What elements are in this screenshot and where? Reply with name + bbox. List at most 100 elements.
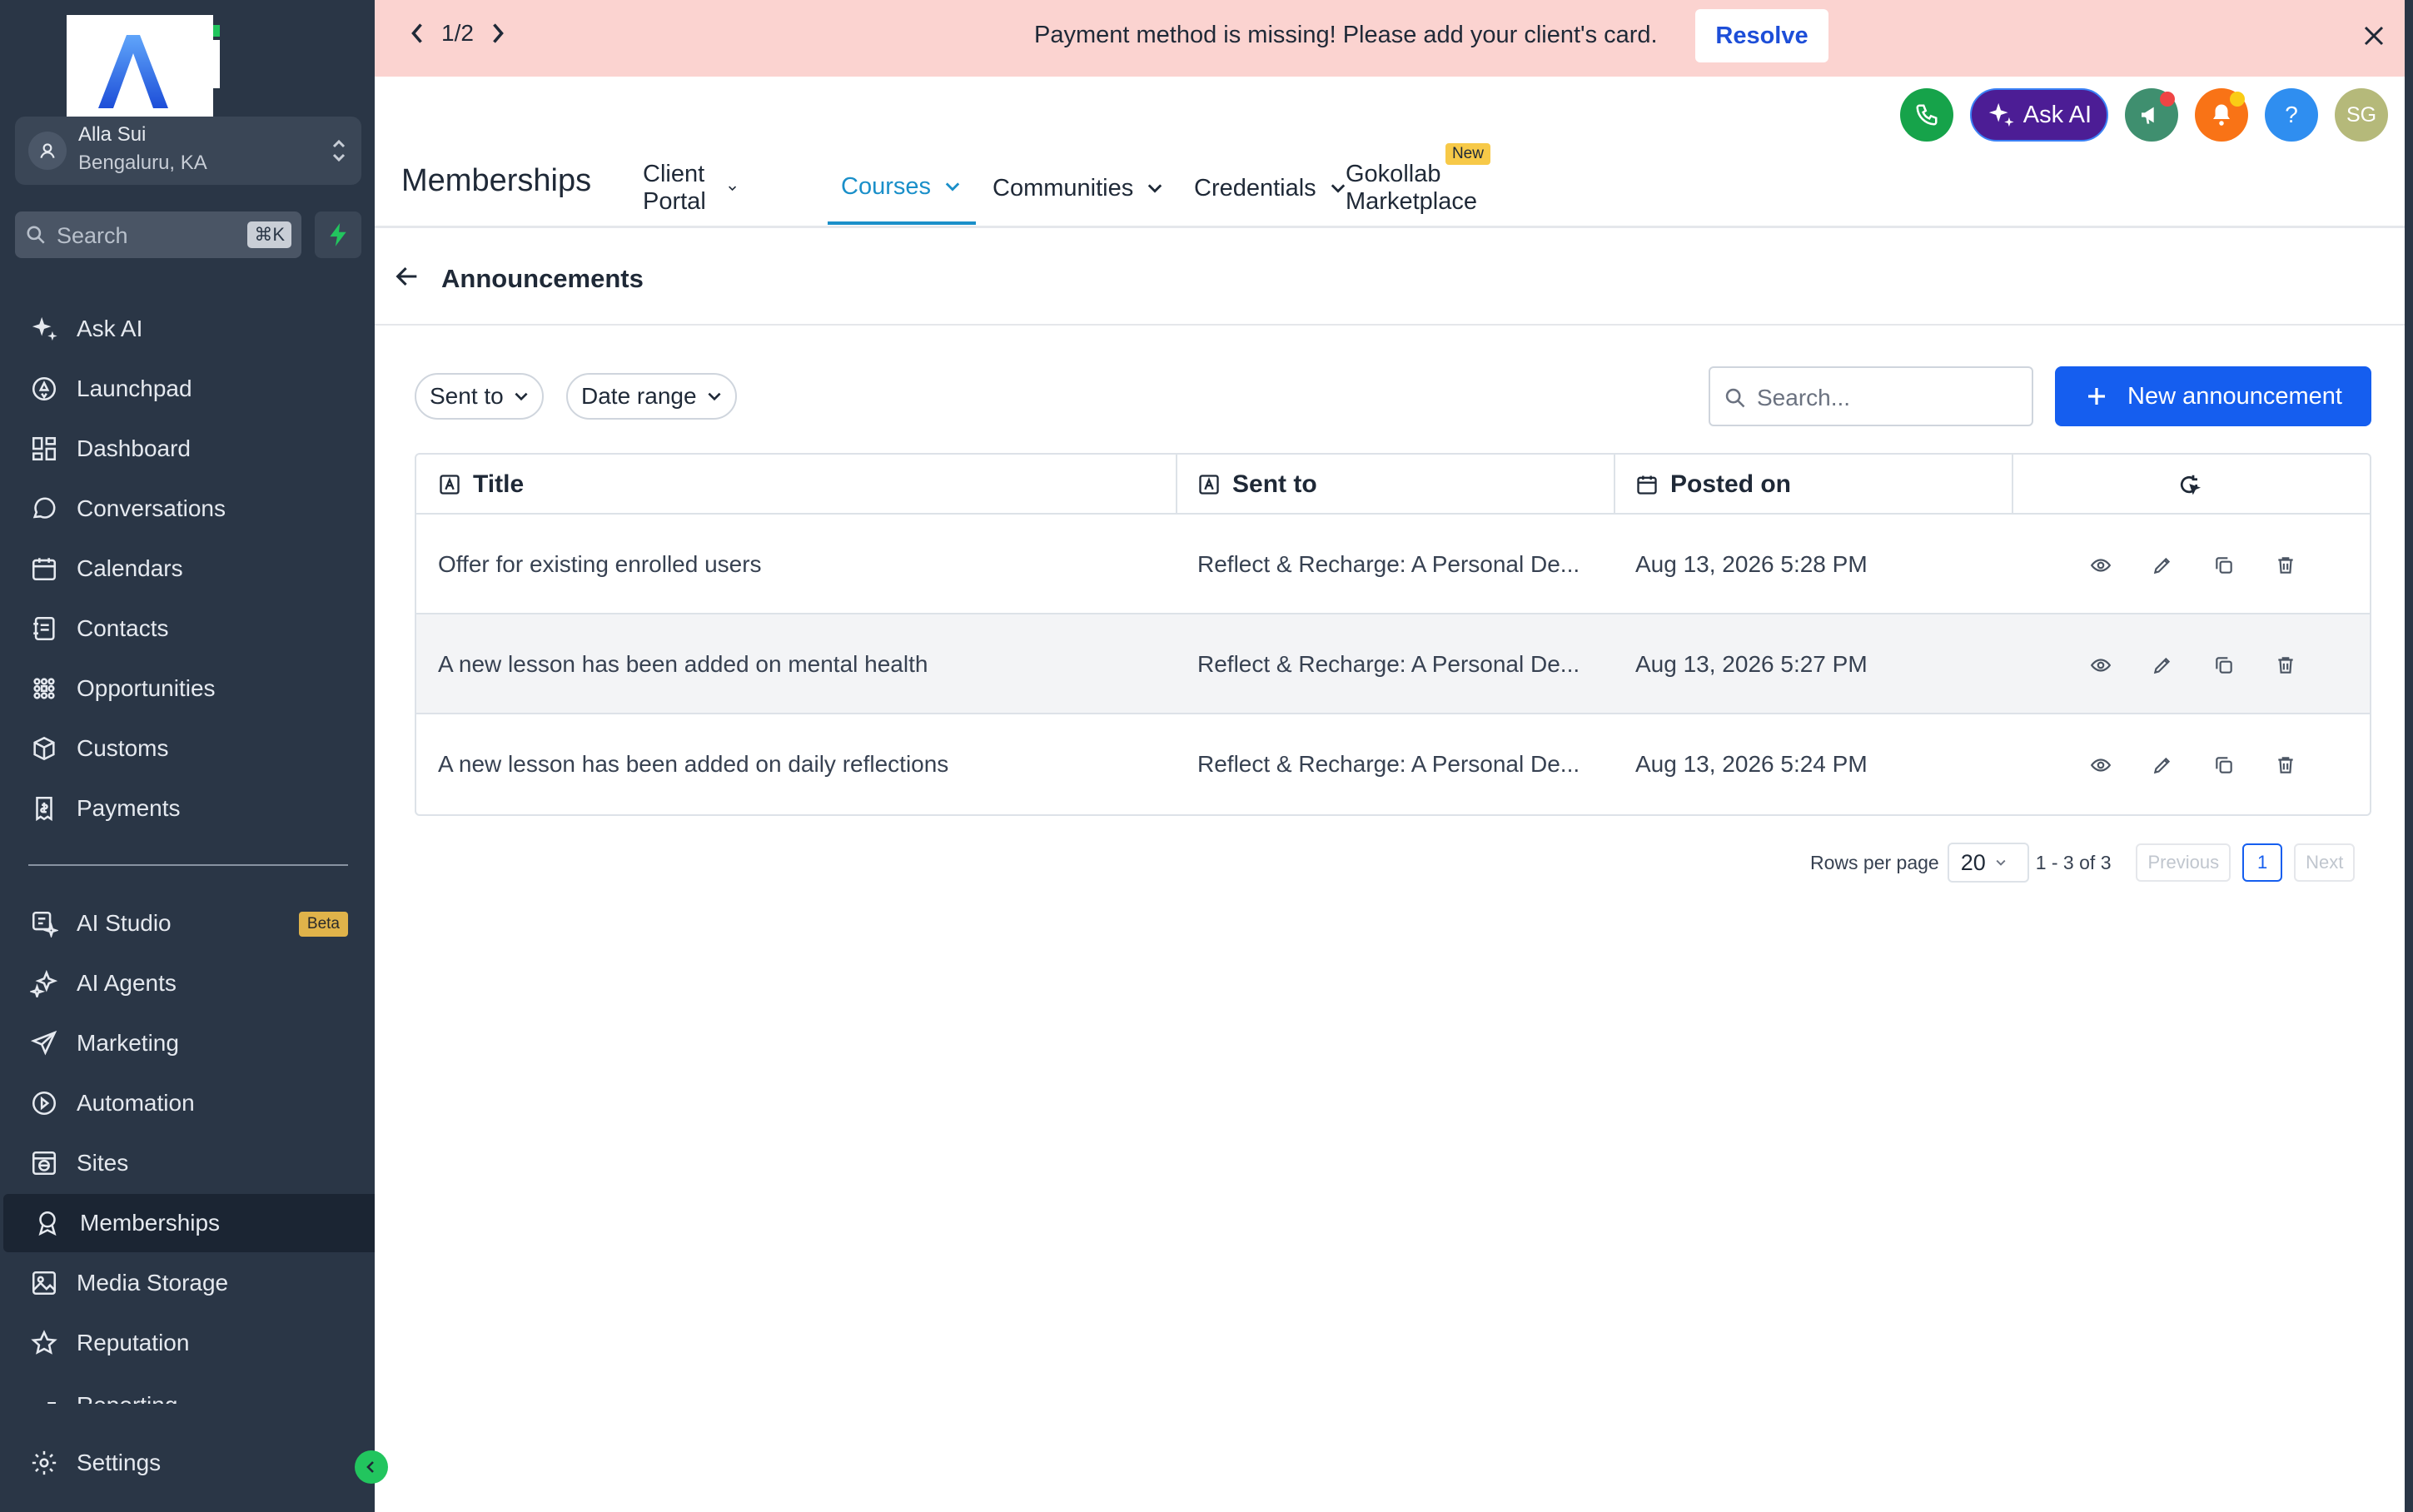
search-icon bbox=[25, 224, 47, 246]
chevron-left-icon[interactable] bbox=[408, 21, 426, 46]
tab-gokollab-marketplace[interactable]: Gokollab Marketplace New bbox=[1346, 143, 1490, 225]
phone-button[interactable] bbox=[1899, 88, 1953, 142]
sidebar-item-conversations[interactable]: Conversations bbox=[0, 480, 375, 538]
sidebar-item-ai-agents[interactable]: AI Agents bbox=[0, 954, 375, 1012]
account-switcher[interactable]: Alla Sui Bengaluru, KA bbox=[15, 117, 361, 185]
column-label: Posted on bbox=[1670, 470, 1792, 498]
sidebar-item-media-storage[interactable]: Media Storage bbox=[0, 1254, 375, 1312]
sidebar-search[interactable]: Search ⌘K bbox=[15, 211, 301, 258]
sidebar-item-automation[interactable]: Automation bbox=[0, 1074, 375, 1132]
rocket-icon bbox=[28, 373, 60, 405]
sidebar-item-label: Calendars bbox=[77, 555, 183, 581]
sidebar-item-marketing[interactable]: Marketing bbox=[0, 1014, 375, 1072]
tab-client-portal[interactable]: Client Portal bbox=[643, 152, 738, 225]
filter-date-range[interactable]: Date range bbox=[566, 373, 737, 420]
tab-label: Courses bbox=[841, 172, 931, 200]
tab-communities[interactable]: Communities bbox=[993, 152, 1165, 225]
sidebar-item-calendars[interactable]: Calendars bbox=[0, 540, 375, 598]
tab-label: Credentials bbox=[1194, 174, 1316, 201]
copy-icon[interactable] bbox=[2210, 551, 2238, 579]
table-row[interactable]: Offer for existing enrolled users Reflect… bbox=[416, 515, 2370, 614]
pagination: Rows per page 20 1 - 3 of 3 Previous 1 N… bbox=[1810, 843, 2356, 883]
banner-message: Payment method is missing! Please add yo… bbox=[1034, 22, 1658, 48]
quick-action-button[interactable] bbox=[315, 211, 361, 258]
sidebar-item-ai-studio[interactable]: AI Studio Beta bbox=[0, 894, 375, 952]
sidebar-item-ask-ai[interactable]: Ask AI bbox=[0, 300, 375, 358]
column-divider bbox=[1614, 455, 1615, 515]
table-row[interactable]: A new lesson has been added on daily ref… bbox=[416, 714, 2370, 814]
eye-icon[interactable] bbox=[2087, 751, 2115, 779]
pencil-icon[interactable] bbox=[2148, 751, 2177, 779]
back-arrow-icon[interactable] bbox=[393, 262, 421, 291]
sidebar-item-contacts[interactable]: Contacts bbox=[0, 599, 375, 658]
trash-icon[interactable] bbox=[2271, 551, 2300, 579]
column-divider bbox=[2012, 455, 2013, 515]
box-icon bbox=[28, 733, 60, 764]
tab-courses[interactable]: Courses bbox=[828, 152, 976, 225]
close-icon[interactable] bbox=[2361, 23, 2386, 48]
avatar[interactable]: SG bbox=[2335, 88, 2388, 142]
next-page-button[interactable]: Next bbox=[2294, 843, 2356, 882]
column-title[interactable]: Title bbox=[438, 455, 524, 515]
resolve-button[interactable]: Resolve bbox=[1695, 9, 1828, 62]
pencil-icon[interactable] bbox=[2148, 651, 2177, 679]
announcements-table: Title Sent to Posted on Offer for existi… bbox=[415, 453, 2371, 816]
tab-credentials[interactable]: Credentials bbox=[1194, 152, 1348, 225]
pencil-icon[interactable] bbox=[2148, 551, 2177, 579]
collapse-sidebar-button[interactable] bbox=[355, 1450, 388, 1484]
new-badge: New bbox=[1445, 143, 1490, 165]
sidebar-item-settings[interactable]: Settings bbox=[0, 1434, 375, 1492]
trash-icon[interactable] bbox=[2271, 651, 2300, 679]
notifications-button[interactable] bbox=[2195, 88, 2248, 142]
filter-label: Date range bbox=[581, 383, 697, 409]
column-sent-to[interactable]: Sent to bbox=[1197, 455, 1317, 515]
account-name: Alla Sui bbox=[78, 123, 147, 146]
calendar-icon bbox=[28, 553, 60, 584]
copy-icon[interactable] bbox=[2210, 651, 2238, 679]
help-icon: ? bbox=[2285, 102, 2298, 127]
sidebar-item-memberships[interactable]: Memberships bbox=[3, 1194, 375, 1252]
sidebar-item-customs[interactable]: Customs bbox=[0, 719, 375, 778]
eye-icon[interactable] bbox=[2087, 651, 2115, 679]
bell-icon bbox=[2213, 104, 2230, 126]
search-placeholder: Search... bbox=[1757, 385, 1851, 410]
top-header: Ask AI ? SG Memberships Client Portal Cou… bbox=[375, 77, 2413, 228]
refresh-cursor-icon bbox=[2180, 475, 2201, 495]
copy-icon[interactable] bbox=[2210, 751, 2238, 779]
previous-page-button[interactable]: Previous bbox=[2136, 843, 2231, 882]
new-announcement-button[interactable]: New announcement bbox=[2055, 366, 2371, 426]
sidebar-item-label: Marketing bbox=[77, 1030, 179, 1056]
column-settings[interactable] bbox=[2177, 455, 2213, 515]
sidebar-item-reporting[interactable]: Reporting bbox=[0, 1374, 375, 1404]
eye-icon[interactable] bbox=[2087, 551, 2115, 579]
cell-posted-on: Aug 13, 2026 5:28 PM bbox=[1635, 551, 1868, 577]
star-icon bbox=[28, 1327, 60, 1359]
account-location: Bengaluru, KA bbox=[78, 152, 207, 174]
rows-per-page-select[interactable]: 20 bbox=[1947, 843, 2029, 883]
filter-sent-to[interactable]: Sent to bbox=[415, 373, 544, 420]
sidebar-item-launchpad[interactable]: Launchpad bbox=[0, 360, 375, 418]
column-posted-on[interactable]: Posted on bbox=[1635, 455, 1791, 515]
page-number-button[interactable]: 1 bbox=[2242, 843, 2283, 882]
chevron-right-icon[interactable] bbox=[489, 21, 507, 46]
table-row[interactable]: A new lesson has been added on mental he… bbox=[416, 614, 2370, 714]
header-actions: Ask AI ? SG bbox=[1883, 88, 2388, 142]
help-button[interactable]: ? bbox=[2265, 88, 2318, 142]
cell-sent-to: Reflect & Recharge: A Personal De... bbox=[1197, 551, 1580, 577]
sidebar-item-opportunities[interactable]: Opportunities bbox=[0, 659, 375, 718]
chevron-down-icon bbox=[708, 392, 721, 401]
sidebar-item-reputation[interactable]: Reputation bbox=[0, 1314, 375, 1372]
trash-icon[interactable] bbox=[2271, 751, 2300, 779]
sidebar-item-payments[interactable]: Payments bbox=[0, 779, 375, 838]
sidebar-item-label: Sites bbox=[77, 1150, 129, 1176]
ask-ai-button[interactable]: Ask AI bbox=[1969, 88, 2108, 142]
cell-posted-on: Aug 13, 2026 5:24 PM bbox=[1635, 751, 1868, 777]
cell-sent-to: Reflect & Recharge: A Personal De... bbox=[1197, 751, 1580, 777]
sidebar-item-label: Payments bbox=[77, 795, 181, 821]
announcement-search-input[interactable]: Search... bbox=[1709, 366, 2033, 426]
sidebar-item-sites[interactable]: Sites bbox=[0, 1134, 375, 1192]
announcements-button[interactable] bbox=[2125, 88, 2178, 142]
sidebar-item-dashboard[interactable]: Dashboard bbox=[0, 420, 375, 478]
chevron-updown-icon bbox=[330, 135, 348, 167]
globe-icon bbox=[28, 1147, 60, 1179]
